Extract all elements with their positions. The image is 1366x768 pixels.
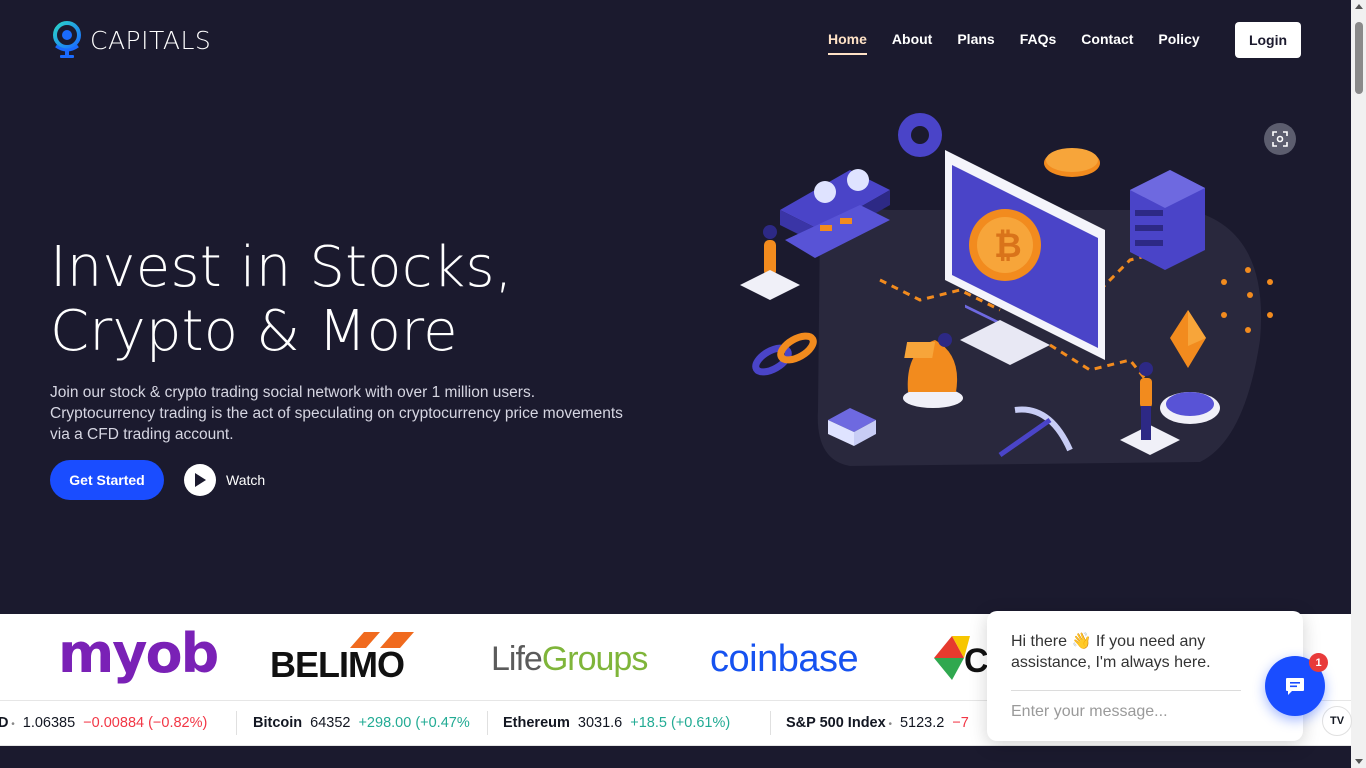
ticker-item[interactable]: Ethereum 3031.6 +18.5 (+0.61%) xyxy=(503,715,730,731)
hero-section: CAPITALS Home About Plans FAQs Contact P… xyxy=(0,0,1351,614)
crypto-trading-illustration: ₿ xyxy=(740,113,1273,466)
ticker-price: 3031.6 xyxy=(577,715,623,731)
ticker-item[interactable]: Bitcoin 64352 +298.00 (+0.47% xyxy=(253,715,487,731)
scroll-up-icon[interactable] xyxy=(1355,4,1363,9)
nav-item-policy[interactable]: Policy xyxy=(1158,31,1199,55)
nav-item-contact[interactable]: Contact xyxy=(1081,31,1133,55)
coinbase-logo: coinbase xyxy=(710,638,859,680)
brand-name: CAPITALS xyxy=(90,25,212,55)
chat-bubble-icon xyxy=(1286,678,1304,695)
page-scrollbar[interactable] xyxy=(1351,0,1366,768)
tradingview-icon[interactable]: TV xyxy=(1322,706,1352,736)
main-nav: Home About Plans FAQs Contact Policy xyxy=(828,31,1225,55)
partner-logo-partial: C xyxy=(934,632,994,689)
myob-logo: myob xyxy=(58,622,219,685)
ticker-divider xyxy=(236,711,237,735)
subtext-line-1: Join our stock & crypto trading social n… xyxy=(50,384,536,401)
ticker-symbol: Bitcoin xyxy=(253,715,303,731)
headline-line-1: Invest in Stocks, xyxy=(50,235,513,300)
screen-capture-icon[interactable] xyxy=(1264,123,1296,155)
nav-item-faqs[interactable]: FAQs xyxy=(1020,31,1057,55)
ticker-symbol: Ethereum xyxy=(503,715,570,731)
ticker-price: 64352 xyxy=(310,715,351,731)
watch-video-button[interactable]: Watch xyxy=(184,464,265,496)
ticker-item[interactable]: S&P 500 Index • 5123.2 −7 xyxy=(786,715,969,731)
nav-item-home[interactable]: Home xyxy=(828,31,867,55)
nav-item-about[interactable]: About xyxy=(892,31,932,55)
lifegroups-logo-part2: Groups xyxy=(541,640,648,678)
watch-label: Watch xyxy=(226,472,266,488)
chat-popup: Hi there 👋 If you need any assistance, I… xyxy=(987,611,1303,741)
svg-text:C: C xyxy=(964,642,989,680)
ticker-change: −7 xyxy=(952,715,969,731)
headline-line-2: Crypto & More xyxy=(50,299,458,364)
ticker-symbol: S&P 500 Index xyxy=(786,715,886,731)
brand-logo[interactable]: CAPITALS xyxy=(50,20,211,60)
ticker-change: −0.00884 (−0.82%) xyxy=(83,715,208,731)
hero-subtext: Join our stock & crypto trading social n… xyxy=(50,382,660,445)
scrollbar-thumb[interactable] xyxy=(1355,22,1363,94)
scroll-down-icon[interactable] xyxy=(1355,759,1363,764)
chat-greeting: Hi there 👋 If you need any assistance, I… xyxy=(1011,633,1211,671)
unread-badge: 1 xyxy=(1309,653,1328,672)
ticker-change: +18.5 (+0.61%) xyxy=(630,715,731,731)
subtext-line-3: via a CFD trading account. xyxy=(50,426,234,443)
ticker-price: 5123.2 xyxy=(899,715,945,731)
ticker-divider xyxy=(487,711,488,735)
get-started-button[interactable]: Get Started xyxy=(50,460,164,500)
globe-icon xyxy=(53,21,81,58)
belimo-logo: BELIMO xyxy=(270,644,405,685)
svg-text:₿: ₿ xyxy=(994,226,1022,266)
lifegroups-logo-part1: Life xyxy=(491,640,543,678)
play-icon xyxy=(184,464,216,496)
chat-message-input[interactable] xyxy=(1011,703,1231,721)
nav-item-plans[interactable]: Plans xyxy=(957,31,994,55)
ticker-item[interactable]: D • 1.06385 −0.00884 (−0.82%) xyxy=(0,715,207,731)
lifegroups-logo: LifeGroups xyxy=(491,640,648,679)
login-button[interactable]: Login xyxy=(1235,22,1301,58)
chat-divider xyxy=(1011,690,1241,691)
ticker-change: +298.00 (+0.47% xyxy=(358,715,470,731)
ticker-price: 1.06385 xyxy=(22,715,76,731)
hero-headline: Invest in Stocks, Crypto & More xyxy=(50,236,513,364)
subtext-line-2: Cryptocurrency trading is the act of spe… xyxy=(50,405,623,422)
ticker-divider xyxy=(770,711,771,735)
